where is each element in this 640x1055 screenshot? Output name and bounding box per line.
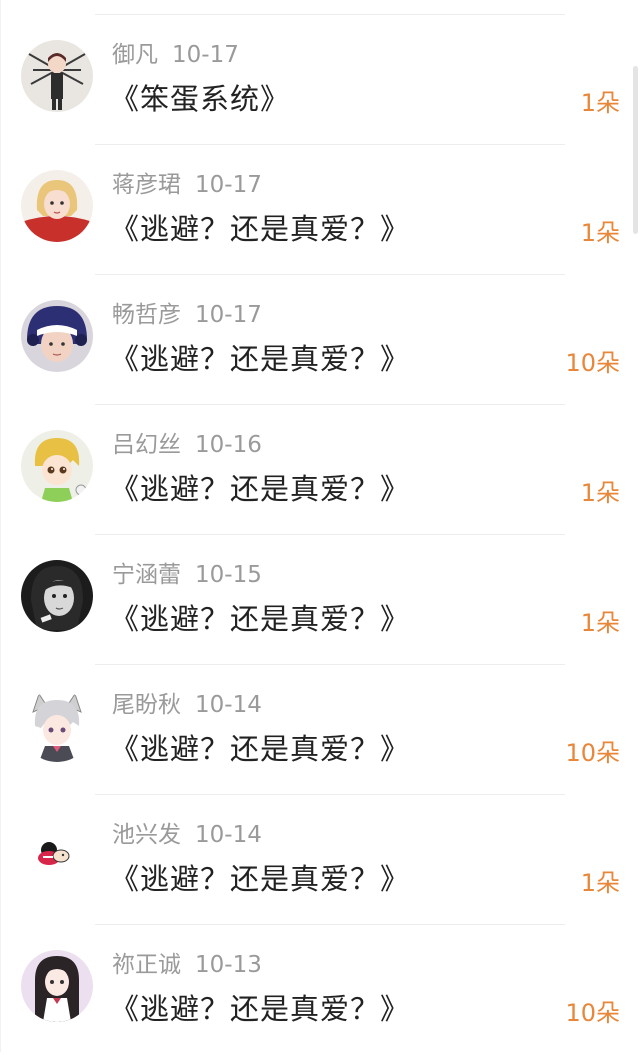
user-name[interactable]: 御凡: [112, 42, 158, 68]
avatar[interactable]: [21, 950, 93, 1022]
list-item[interactable]: 宁涵蕾 10-15 《逃避？还是真爱？》 1朵: [0, 535, 640, 665]
meta: 蒋彦珺 10-17: [112, 169, 262, 201]
date: 10-16: [195, 432, 262, 458]
user-name[interactable]: 池兴发: [112, 822, 181, 848]
list-item[interactable]: 御凡 10-17 《笨蛋系统》 1朵: [0, 15, 640, 145]
book-title[interactable]: 《逃避？还是真爱？》: [110, 989, 410, 1029]
avatar[interactable]: [21, 690, 93, 762]
meta: 御凡 10-17: [112, 39, 239, 71]
date: 10-17: [195, 302, 262, 328]
avatar[interactable]: [21, 560, 93, 632]
book-title[interactable]: 《逃避？还是真爱？》: [110, 209, 410, 249]
flower-count: 1朵: [580, 219, 620, 247]
avatar[interactable]: [21, 40, 93, 112]
gift-list: 御凡 10-17 《笨蛋系统》 1朵 蒋彦珺 10-17 《逃避？还是真爱？》 1朵: [0, 15, 640, 1055]
list-item[interactable]: 蒋彦珺 10-17 《逃避？还是真爱？》 1朵: [0, 145, 640, 275]
avatar[interactable]: [21, 430, 93, 502]
flower-count: 1朵: [580, 89, 620, 117]
list-item[interactable]: 尾盼秋 10-14 《逃避？还是真爱？》 10朵: [0, 665, 640, 795]
date: 10-14: [195, 692, 262, 718]
avatar[interactable]: [21, 300, 93, 372]
date: 10-14: [195, 822, 262, 848]
flower-count: 1朵: [580, 479, 620, 507]
list-item[interactable]: 吕幻丝 10-16 《逃避？还是真爱？》 1朵: [0, 405, 640, 535]
user-name[interactable]: 吕幻丝: [112, 432, 181, 458]
book-title[interactable]: 《逃避？还是真爱？》: [110, 339, 410, 379]
meta: 尾盼秋 10-14: [112, 689, 262, 721]
meta: 池兴发 10-14: [112, 819, 262, 851]
book-title[interactable]: 《逃避？还是真爱？》: [110, 469, 410, 509]
book-title[interactable]: 《笨蛋系统》: [110, 79, 290, 119]
user-name[interactable]: 尾盼秋: [112, 692, 181, 718]
user-name[interactable]: 蒋彦珺: [112, 172, 181, 198]
book-title[interactable]: 《逃避？还是真爱？》: [110, 599, 410, 639]
list-item[interactable]: 畅哲彦 10-17 《逃避？还是真爱？》 10朵: [0, 275, 640, 405]
scrollbar[interactable]: [633, 66, 638, 234]
meta: 宁涵蕾 10-15: [112, 559, 262, 591]
user-name[interactable]: 宁涵蕾: [112, 562, 181, 588]
date: 10-15: [195, 562, 262, 588]
list-item[interactable]: 祢正诚 10-13 《逃避？还是真爱？》 10朵: [0, 925, 640, 1055]
flower-count: 1朵: [580, 609, 620, 637]
user-name[interactable]: 祢正诚: [112, 952, 181, 978]
book-title[interactable]: 《逃避？还是真爱？》: [110, 729, 410, 769]
user-name[interactable]: 畅哲彦: [112, 302, 181, 328]
meta: 畅哲彦 10-17: [112, 299, 262, 331]
book-title[interactable]: 《逃避？还是真爱？》: [110, 859, 410, 899]
avatar[interactable]: [21, 170, 93, 242]
avatar[interactable]: [21, 820, 93, 892]
meta: 吕幻丝 10-16: [112, 429, 262, 461]
flower-count: 10朵: [565, 999, 620, 1027]
list-item[interactable]: 池兴发 10-14 《逃避？还是真爱？》 1朵: [0, 795, 640, 925]
date: 10-13: [195, 952, 262, 978]
date: 10-17: [195, 172, 262, 198]
flower-count: 10朵: [565, 349, 620, 377]
meta: 祢正诚 10-13: [112, 949, 262, 981]
flower-count: 10朵: [565, 739, 620, 767]
date: 10-17: [172, 42, 239, 68]
flower-count: 1朵: [580, 869, 620, 897]
